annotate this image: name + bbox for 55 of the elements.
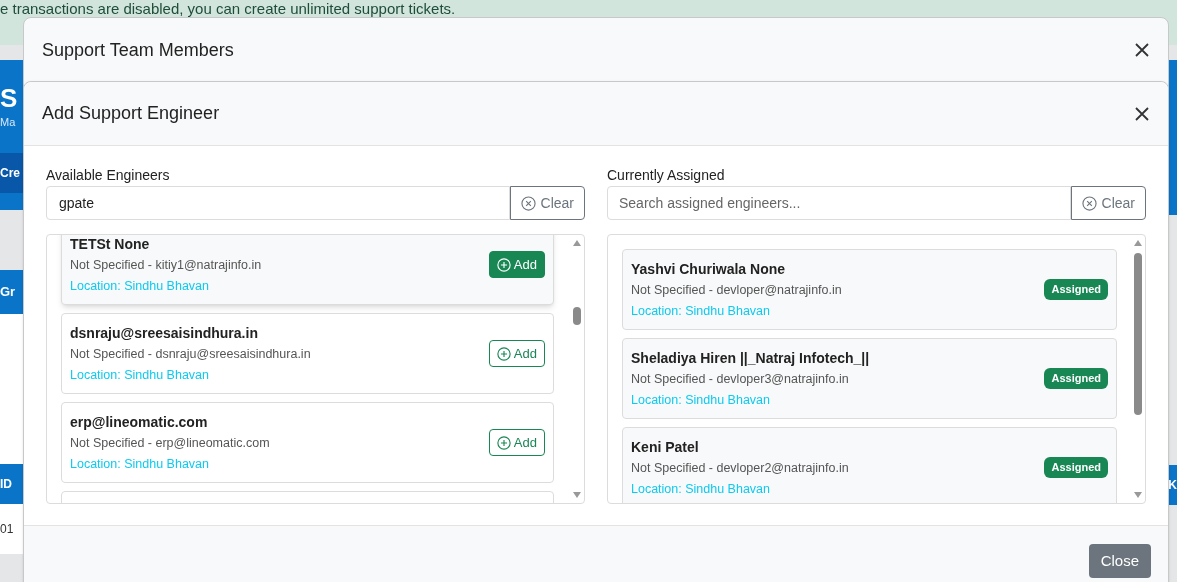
notice-text: e transactions are disabled, you can create unlimited support tickets.: [0, 0, 456, 17]
engineer-detail: Not Specified - devloper3@natrajinfo.in: [631, 370, 850, 388]
engineer-location: Location: Sindhu Bhavan: [631, 480, 771, 498]
plus-icon: [496, 257, 511, 272]
clear-button[interactable]: Clear: [509, 186, 585, 220]
clear-button[interactable]: Clear: [1070, 186, 1146, 220]
engineer-card[interactable]: erp@lineomatic.com Not Specified - erp@lineomatic.com Location: Sindhu Bhavan Add: [61, 402, 554, 483]
engineer-name: TETSt None: [70, 235, 151, 254]
column-label: Available Engineers: [46, 166, 171, 184]
engineer-name: Keni Patel: [631, 437, 700, 457]
search-field[interactable]: gpate: [46, 186, 510, 220]
assigned-badge: Assigned: [1044, 368, 1108, 389]
table-cell-text: 01: [0, 521, 14, 538]
scroll-thumb[interactable]: [573, 307, 581, 325]
modal-title: Add Support Engineer: [42, 102, 220, 125]
add-button[interactable]: Add: [488, 251, 545, 278]
assigned-badge: Assigned: [1044, 457, 1108, 478]
search-field[interactable]: Search assigned engineers...: [607, 186, 1071, 220]
engineer-card[interactable]: TETSt None Not Specified - kitiy1@natrajinfo.in Location: Sindhu Bhavan Add: [61, 235, 554, 305]
close-icon[interactable]: [1134, 105, 1150, 122]
add-button[interactable]: Add: [488, 429, 545, 456]
engineer-detail: Not Specified - devloper@natrajinfo.in: [631, 281, 842, 299]
close-icon[interactable]: [1134, 42, 1150, 58]
page-subtitle: Ma: [0, 115, 16, 130]
engineer-detail: Not Specified - kitiy1@natrajinfo.in: [70, 256, 262, 274]
plus-icon: [496, 346, 511, 361]
scroll-down-icon[interactable]: [1134, 492, 1142, 498]
modal-title: Support Team Members: [42, 38, 234, 62]
engineer-name: dsnraju@sreesaisindhura.in: [70, 323, 259, 343]
close-button[interactable]: Close: [1088, 544, 1151, 578]
assigned-badge: Assigned: [1044, 279, 1108, 300]
clear-icon: [1081, 195, 1097, 211]
scroll-up-icon[interactable]: [1134, 240, 1142, 246]
engineer-card[interactable]: dsnraju@sreesaisindhura.in Not Specified - dsnraju@sreesaisindhura.in Location: Sindhu Bhavan Add: [61, 313, 554, 394]
engineer-detail: Not Specified - erp@lineomatic.com: [70, 434, 270, 452]
table-header: ID: [0, 476, 12, 493]
engineer-location: Location: Sindhu Bhavan: [70, 366, 210, 384]
engineer-location: Location: Sindhu Bhavan: [70, 455, 210, 473]
table-header: K: [1168, 477, 1177, 494]
plus-icon: [496, 435, 511, 450]
page-title: S: [0, 82, 18, 114]
engineer-location: Location: Sindhu Bhavan: [631, 302, 771, 320]
scroll-down-icon[interactable]: [573, 492, 581, 498]
scroll-thumb[interactable]: [1134, 253, 1142, 415]
engineer-name: Yashvi Churiwala None: [631, 259, 787, 279]
scroll-up-icon[interactable]: [573, 240, 581, 246]
engineer-detail: Not Specified - dsnraju@sreesaisindhura.in: [70, 345, 311, 363]
engineer-location: Location: Sindhu Bhavan: [631, 391, 771, 409]
engineer-location: Location: Sindhu Bhavan: [70, 277, 210, 295]
engineer-detail: Not Specified - devloper2@natrajinfo.in: [631, 459, 849, 477]
clear-icon: [520, 195, 536, 211]
column-label: Currently Assigned: [607, 166, 726, 184]
engineer-name: Sheladiya Hiren ||_Natraj Infotech_||: [631, 348, 870, 368]
add-button[interactable]: Add: [488, 340, 545, 367]
engineer-name: erp@lineomatic.com: [70, 412, 209, 432]
